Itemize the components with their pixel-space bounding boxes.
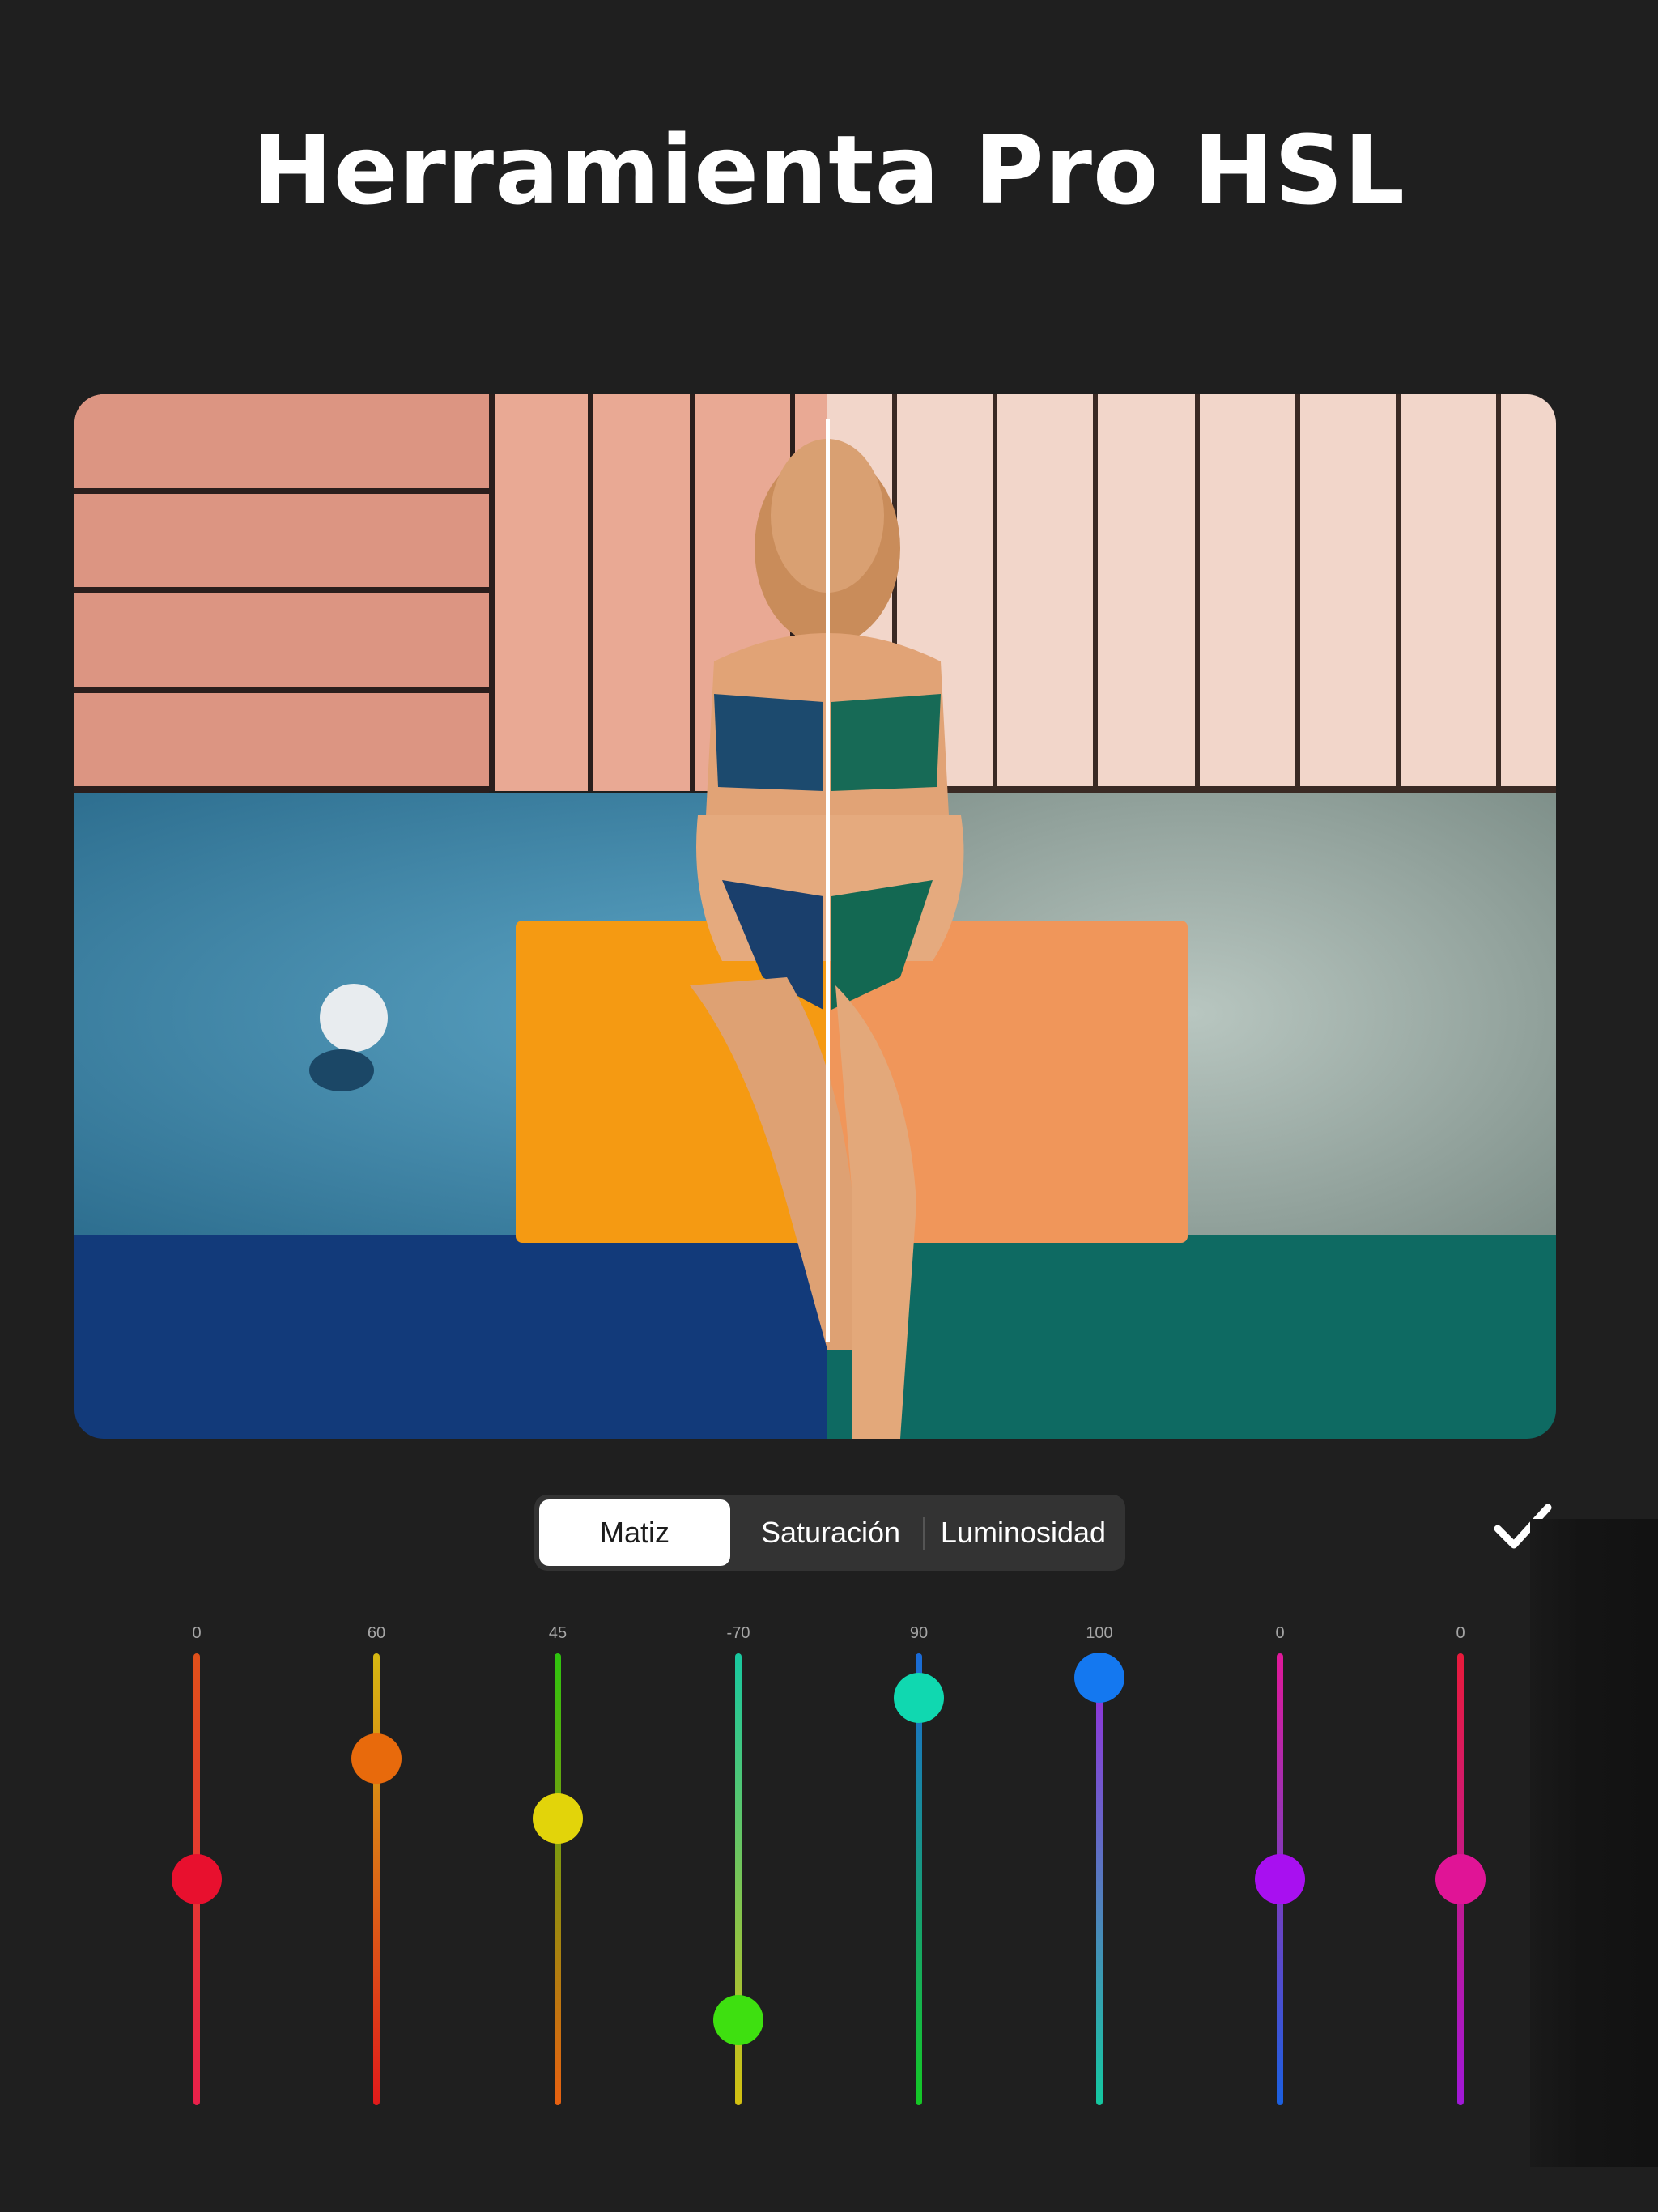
slider-track[interactable] — [1096, 1653, 1103, 2105]
slider-magenta[interactable]: 0 — [1424, 1623, 1497, 2108]
slider-thumb[interactable] — [172, 1854, 222, 1904]
slider-yellow[interactable]: 45 — [521, 1623, 594, 2108]
slider-value: 0 — [1275, 1624, 1285, 1642]
slider-thumb[interactable] — [351, 1733, 402, 1784]
side-panel-edge — [1530, 1519, 1658, 2167]
slider-thumb[interactable] — [894, 1672, 944, 1723]
slider-red[interactable]: 0 — [160, 1623, 233, 2108]
slider-orange[interactable]: 60 — [340, 1623, 413, 2108]
slider-thumb[interactable] — [1255, 1854, 1305, 1904]
slider-thumb[interactable] — [713, 1995, 763, 2046]
slider-track[interactable] — [373, 1653, 380, 2105]
photo-illustration — [74, 394, 1556, 1439]
slider-value: 60 — [367, 1624, 386, 1642]
slider-value: -70 — [726, 1624, 750, 1642]
hsl-mode-tabs: Matiz Saturación Luminosidad — [534, 1495, 1125, 1571]
tab-luminosidad[interactable]: Luminosidad — [926, 1499, 1120, 1566]
tab-divider — [923, 1517, 925, 1550]
slider-thumb[interactable] — [1435, 1854, 1486, 1904]
slider-blue[interactable]: 100 — [1063, 1623, 1136, 2108]
slider-track[interactable] — [555, 1653, 561, 2105]
slider-thumb[interactable] — [1074, 1653, 1124, 1703]
slider-value: 100 — [1086, 1624, 1113, 1642]
page-title: Herramienta Pro HSL — [252, 114, 1406, 226]
slider-thumb[interactable] — [533, 1793, 583, 1844]
slider-purple[interactable]: 0 — [1244, 1623, 1316, 2108]
slider-value: 0 — [192, 1624, 202, 1642]
slider-value: 0 — [1456, 1624, 1465, 1642]
tab-matiz[interactable]: Matiz — [539, 1499, 730, 1566]
slider-green[interactable]: -70 — [702, 1623, 775, 2108]
slider-value: 90 — [909, 1624, 929, 1642]
before-after-photo[interactable] — [74, 394, 1556, 1439]
slider-value: 45 — [548, 1624, 568, 1642]
tab-saturacion[interactable]: Saturación — [737, 1499, 925, 1566]
slider-cyan[interactable]: 90 — [882, 1623, 955, 2108]
